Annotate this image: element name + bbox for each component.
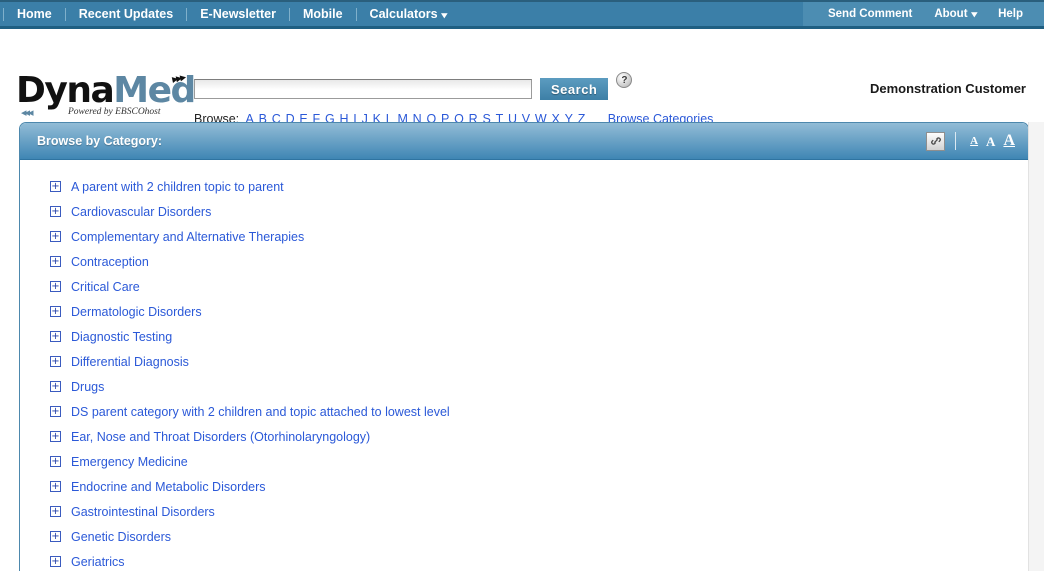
dynamed-logo[interactable]: DynaMed ▸▸▸ ◂◂◂ Powered by EBSCOhost [16,69,196,123]
customer-name-label: Demonstration Customer [869,81,1026,96]
expand-plus-icon[interactable]: + [50,231,61,242]
category-link[interactable]: Endocrine and Metabolic Disorders [71,480,266,494]
question-mark-icon[interactable]: ? [616,72,633,88]
category-link[interactable]: Geriatrics [71,555,124,569]
nav-item-mobile[interactable]: Mobile [290,2,356,26]
list-item: + Complementary and Alternative Therapies [20,224,1028,249]
font-size-large-button[interactable]: A [999,133,1019,149]
chevron-down-icon: ▾ [970,9,977,19]
expand-plus-icon[interactable]: + [50,556,61,567]
list-item: + Geriatrics [20,549,1028,571]
list-item: + Differential Diagnosis [20,349,1028,374]
nav-label-calculators: Calculators [369,6,438,21]
expand-plus-icon[interactable]: + [50,256,61,267]
nav-label-mobile: Mobile [302,7,343,21]
nav-item-about[interactable]: About ▾ [923,2,987,26]
list-item: + Drugs [20,374,1028,399]
list-item: + Contraception [20,249,1028,274]
list-item: + DS parent category with 2 children and … [20,399,1028,424]
nav-label-about: About [934,8,968,20]
font-size-medium-button[interactable]: A [982,135,999,148]
nav-item-help[interactable]: Help [987,2,1034,26]
primary-nav-group: Home Recent Updates E-Newsletter Mobile … [0,2,459,26]
category-link[interactable]: Cardiovascular Disorders [71,205,211,219]
expand-plus-icon[interactable]: + [50,531,61,542]
expand-plus-icon[interactable]: + [50,431,61,442]
nav-label-send-comment: Send Comment [827,8,913,20]
secondary-nav-group: Send Comment About ▾ Help [802,2,1044,26]
category-link[interactable]: Diagnostic Testing [71,330,172,344]
logo-arrows-top-icon: ▸▸▸ [170,69,186,87]
category-link[interactable]: Gastrointestinal Disorders [71,505,215,519]
nav-item-recent-updates[interactable]: Recent Updates [66,2,186,26]
toolbar-divider [955,132,957,150]
category-link[interactable]: Drugs [71,380,104,394]
logo-arrows-bottom-icon: ◂◂◂ [21,107,34,119]
list-item: + Genetic Disorders [20,524,1028,549]
top-navigation-bar: Home Recent Updates E-Newsletter Mobile … [0,2,1044,29]
expand-plus-icon[interactable]: + [50,406,61,417]
category-link[interactable]: Critical Care [71,280,140,294]
expand-plus-icon[interactable]: + [50,506,61,517]
category-link[interactable]: Contraception [71,255,149,269]
expand-plus-icon[interactable]: + [50,356,61,367]
nav-label-home: Home [17,7,52,21]
nav-item-e-newsletter[interactable]: E-Newsletter [187,2,289,26]
page-scrollbar[interactable] [1028,122,1044,571]
category-link[interactable]: DS parent category with 2 children and t… [71,405,450,419]
search-button[interactable]: Search [540,78,609,100]
nav-label-recent-updates: Recent Updates [78,7,174,21]
nav-label-e-newsletter: E-Newsletter [200,7,276,21]
panel-body: + A parent with 2 children topic to paren… [20,160,1028,570]
list-item: + A parent with 2 children topic to paren… [20,174,1028,199]
expand-plus-icon[interactable]: + [50,306,61,317]
list-item: + Diagnostic Testing [20,324,1028,349]
expand-plus-icon[interactable]: + [50,381,61,392]
category-link[interactable]: Genetic Disorders [71,530,171,544]
logo-tagline: Powered by EBSCOhost [68,107,161,117]
category-link[interactable]: Differential Diagnosis [71,355,189,369]
chevron-down-icon: ▾ [440,9,447,20]
expand-plus-icon[interactable]: + [50,456,61,467]
nav-label-help: Help [998,8,1023,20]
list-item: + Critical Care [20,274,1028,299]
category-link[interactable]: Dermatologic Disorders [71,305,202,319]
search-bar: Search ? [194,72,633,100]
search-input[interactable] [194,79,532,99]
list-item: + Gastrointestinal Disorders [20,499,1028,524]
nav-item-calculators[interactable]: Calculators ▾ [357,2,460,27]
category-link[interactable]: Complementary and Alternative Therapies [71,230,304,244]
expand-plus-icon[interactable]: + [50,281,61,292]
list-item: + Ear, Nose and Throat Disorders (Otorhin… [20,424,1028,449]
logo-wordmark: DynaMed [16,70,196,111]
expand-plus-icon[interactable]: + [50,331,61,342]
list-item: + Dermatologic Disorders [20,299,1028,324]
font-size-small-button[interactable]: A [966,135,982,147]
browse-by-category-panel: Browse by Category: A A A + A parent with… [19,122,1029,571]
category-link[interactable]: A parent with 2 children topic to parent [71,180,284,194]
list-item: + Cardiovascular Disorders [20,199,1028,224]
list-item: + Endocrine and Metabolic Disorders [20,474,1028,499]
panel-header: Browse by Category: A A A [20,123,1028,160]
category-link[interactable]: Ear, Nose and Throat Disorders (Otorhino… [71,430,370,444]
logo-text-dyna: Dyna [16,70,115,111]
chain-link-icon[interactable] [926,131,946,151]
expand-plus-icon[interactable]: + [50,481,61,492]
nav-item-send-comment[interactable]: Send Comment [817,2,923,26]
category-link[interactable]: Emergency Medicine [71,455,188,469]
expand-plus-icon[interactable]: + [50,181,61,192]
nav-item-home[interactable]: Home [4,2,65,26]
expand-plus-icon[interactable]: + [50,206,61,217]
category-list: + A parent with 2 children topic to paren… [20,174,1028,571]
panel-title: Browse by Category: [37,134,163,148]
panel-toolbar: A A A [926,131,1019,151]
masthead: DynaMed ▸▸▸ ◂◂◂ Powered by EBSCOhost Sea… [0,29,1044,126]
list-item: + Emergency Medicine [20,449,1028,474]
